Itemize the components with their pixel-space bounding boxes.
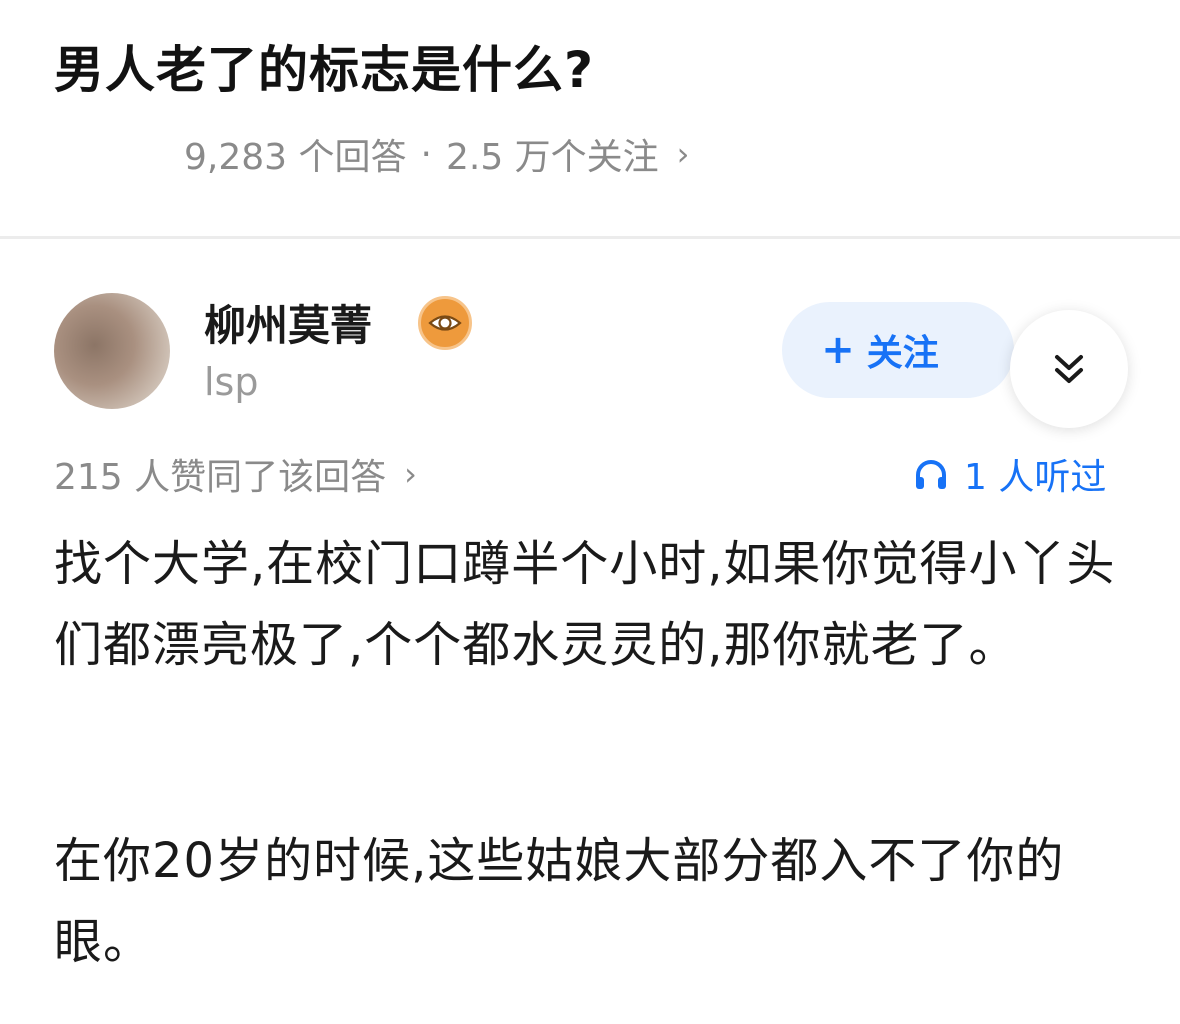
likes-count: 215 人赞同了该回答 xyxy=(54,457,387,498)
follow-button[interactable]: + 关注 xyxy=(782,302,1014,398)
answer-paragraph-1: 找个大学,在校门口蹲半个小时,如果你觉得小丫头们都漂亮极了,个个都水灵灵的,那你… xyxy=(54,536,1116,673)
double-chevron-down-icon xyxy=(1055,355,1083,383)
followers-count: 2.5 万个关注 xyxy=(445,137,659,178)
question-title[interactable]: 男人老了的标志是什么? xyxy=(54,30,594,102)
question-stats[interactable]: 9,283 个回答 · 2.5 万个关注 › xyxy=(184,128,689,180)
section-divider xyxy=(0,236,1180,239)
chevron-right-icon: › xyxy=(404,455,417,493)
author-bio: lsp xyxy=(204,360,259,404)
headphone-icon xyxy=(916,460,946,489)
likes-summary[interactable]: 215 人赞同了该回答 › xyxy=(54,448,417,500)
author-name[interactable]: 柳州莫菁 xyxy=(204,292,372,353)
answer-paragraph-2: 在你20岁的时候,这些姑娘大部分都入不了你的眼。 xyxy=(54,833,1065,970)
listeners-summary[interactable]: 1 人听过 xyxy=(912,448,1106,500)
expand-button[interactable] xyxy=(1010,310,1128,428)
listeners-count: 1 人听过 xyxy=(964,457,1107,498)
chevron-right-icon: › xyxy=(676,135,690,173)
stats-separator: · xyxy=(420,133,432,175)
follow-label: 关注 xyxy=(866,333,939,374)
eye-badge-icon xyxy=(418,296,472,350)
answers-count: 9,283 个回答 xyxy=(184,137,407,178)
question-header: 男人老了的标志是什么? 9,283 个回答 · 2.5 万个关注 › xyxy=(0,0,1180,236)
plus-icon: + xyxy=(821,327,855,373)
avatar[interactable] xyxy=(54,293,170,409)
